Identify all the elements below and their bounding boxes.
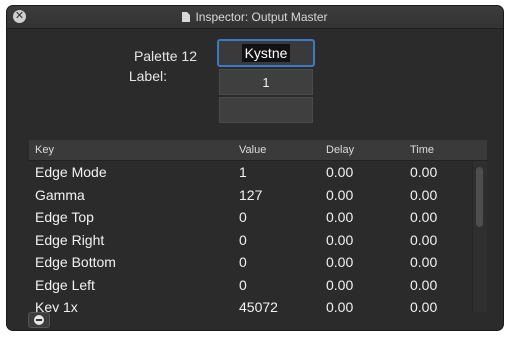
- row-key: Edge Bottom: [35, 254, 116, 270]
- scrollbar-thumb[interactable]: [476, 167, 483, 227]
- row-value[interactable]: 0: [239, 232, 247, 248]
- row-time[interactable]: 0.00: [410, 187, 437, 203]
- document-icon: [182, 12, 191, 22]
- window-title-wrap: Inspector: Output Master: [7, 10, 503, 24]
- table-row[interactable]: Edge Top 0 0.00 0.00: [29, 206, 487, 229]
- column-header-delay[interactable]: Delay: [326, 144, 354, 156]
- label-caption: Label:: [128, 68, 167, 84]
- table-row[interactable]: Edge Left 0 0.00 0.00: [29, 274, 487, 297]
- row-time[interactable]: 0.00: [410, 299, 437, 312]
- vertical-scrollbar[interactable]: [472, 161, 487, 312]
- window-title: Inspector: Output Master: [195, 10, 328, 24]
- column-header-key[interactable]: Key: [35, 144, 54, 156]
- remove-row-button[interactable]: [28, 312, 50, 328]
- row-key: Gamma: [35, 186, 85, 203]
- row-time[interactable]: 0.00: [410, 209, 437, 225]
- row-key: Edge Mode: [35, 164, 107, 180]
- row-delay[interactable]: 0.00: [326, 187, 353, 203]
- row-time[interactable]: 0.00: [410, 277, 437, 293]
- title-bar[interactable]: ✕ Inspector: Output Master: [7, 6, 503, 29]
- palette-label: Palette 12: [133, 48, 197, 64]
- table-row[interactable]: Edge Bottom 0 0.00 0.00: [29, 251, 487, 274]
- row-key: Edge Top: [35, 209, 94, 225]
- table-header: Key Value Delay Time: [29, 140, 487, 161]
- column-header-value[interactable]: Value: [239, 144, 266, 156]
- row-time[interactable]: 0.00: [410, 232, 437, 248]
- row-delay[interactable]: 0.00: [326, 232, 353, 248]
- row-time[interactable]: 0.00: [410, 164, 437, 180]
- row-key: Edge Left: [35, 276, 95, 293]
- row-delay[interactable]: 0.00: [326, 277, 353, 293]
- column-header-time[interactable]: Time: [410, 144, 434, 156]
- row-delay[interactable]: 0.00: [326, 209, 353, 225]
- row-value[interactable]: 0: [239, 254, 247, 270]
- minus-circle-icon: [34, 315, 44, 325]
- key-value-table: Key Value Delay Time Edge Mode 1 0.00 0.…: [29, 140, 487, 312]
- name-field[interactable]: Kystne: [217, 39, 315, 67]
- table-row[interactable]: Gamma 127 0.00 0.00: [29, 184, 487, 207]
- row-value[interactable]: 127: [239, 187, 262, 203]
- label-field[interactable]: 1: [219, 69, 313, 95]
- row-value[interactable]: 1: [239, 164, 247, 180]
- table-row[interactable]: Edge Right 0 0.00 0.00: [29, 229, 487, 252]
- row-time[interactable]: 0.00: [410, 254, 437, 270]
- row-delay[interactable]: 0.00: [326, 164, 353, 180]
- row-key: Edge Right: [35, 231, 105, 248]
- table-body: Edge Mode 1 0.00 0.00 Gamma 127 0.00 0.0…: [29, 161, 487, 312]
- table-row[interactable]: Edge Mode 1 0.00 0.00: [29, 161, 487, 184]
- row-key: Key 1x: [35, 299, 78, 312]
- inspector-window: ✕ Inspector: Output Master Palette 12 La…: [7, 6, 503, 330]
- row-value[interactable]: 0: [239, 209, 247, 225]
- row-delay[interactable]: 0.00: [326, 299, 353, 312]
- row-value[interactable]: 0: [239, 277, 247, 293]
- name-field-value: Kystne: [241, 44, 291, 62]
- extra-field[interactable]: [219, 97, 313, 123]
- row-delay[interactable]: 0.00: [326, 254, 353, 270]
- table-row[interactable]: Key 1x 45072 0.00 0.00: [29, 296, 487, 312]
- row-value[interactable]: 45072: [239, 299, 278, 312]
